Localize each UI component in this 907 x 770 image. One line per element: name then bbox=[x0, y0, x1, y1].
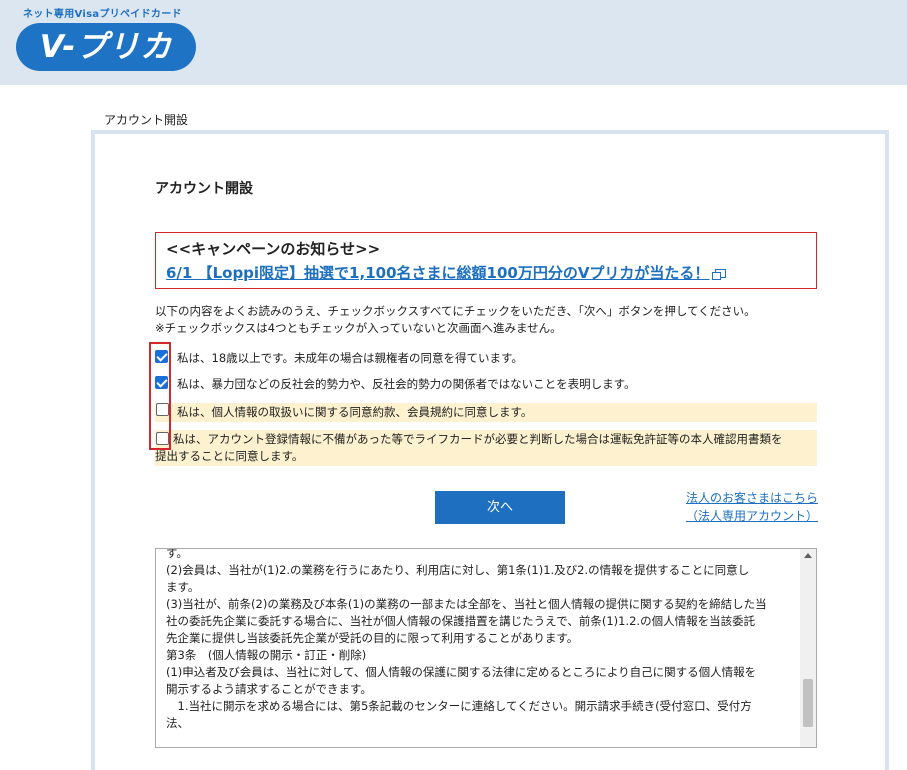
agreement-row-age: 私は、18歳以上です。未成年の場合は親権者の同意を得ています。 bbox=[155, 348, 817, 368]
checkbox-label-privacy: 私は、個人情報の取扱いに関する同意約款、会員規約に同意します。 bbox=[177, 405, 533, 419]
terms-line: す。 bbox=[166, 548, 188, 560]
header-tagline: ネット専用Visaプリペイドカード bbox=[23, 9, 182, 20]
terms-line: 第3条 (個人情報の開示・訂正・削除) bbox=[166, 648, 367, 662]
agreement-row-privacy: 私は、個人情報の取扱いに関する同意約款、会員規約に同意します。 bbox=[155, 403, 817, 422]
terms-line: 先企業に提供し当該委託先企業が受託の目的に限って利用することがあります。 bbox=[166, 631, 579, 645]
checkbox-label-antisocial: 私は、暴力団などの反社会的勢力や、反社会的勢力の関係者ではないことを表明します。 bbox=[177, 377, 636, 391]
instruction-line: 以下の内容をよくお読みのうえ、チェックボックスすべてにチェックをいただき、「次へ… bbox=[155, 304, 756, 318]
terms-line: 社の委託先企業に委託する場合に、当社が個人情報の保護措置を講じたうえで、前条(1… bbox=[166, 614, 756, 628]
instruction-note: ※チェックボックスは4つともチェックが入っていないと次画面へ進みません。 bbox=[155, 321, 562, 335]
site-header: ネット専用Visaプリペイドカード V-プリカ bbox=[0, 0, 907, 85]
campaign-link-text[interactable]: 6/1 【Loppi限定】抽選で1,100名さまに総額100万円分のVプリカが当… bbox=[166, 264, 709, 282]
terms-line: (2)会員は、当社が(1)2.の業務を行うにあたり、利用店に対し、第1条(1)1… bbox=[166, 563, 750, 577]
scrollbar-thumb[interactable] bbox=[803, 679, 813, 727]
terms-scrollbar[interactable] bbox=[800, 549, 816, 747]
terms-line: 1.当社に開示を求める場合には、第5条記載のセンターに連絡してください。開示請求… bbox=[166, 699, 752, 713]
checkbox-label-id-documents: 私は、アカウント登録情報に不備があった等でライフカードが必要と判断した場合は運転… bbox=[173, 432, 783, 446]
breadcrumb: アカウント開設 bbox=[104, 113, 189, 127]
checkbox-label-age: 私は、18歳以上です。未成年の場合は親権者の同意を得ています。 bbox=[177, 351, 523, 365]
campaign-link[interactable]: 6/1 【Loppi限定】抽選で1,100名さまに総額100万円分のVプリカが当… bbox=[166, 262, 727, 283]
terms-text: す。 (2)会員は、当社が(1)2.の業務を行うにあたり、利用店に対し、第1条(… bbox=[166, 548, 791, 732]
vpreca-logo[interactable]: V-プリカ bbox=[16, 23, 196, 71]
scroll-up-arrow-icon[interactable] bbox=[804, 553, 812, 558]
page-title: アカウント開設 bbox=[155, 181, 253, 197]
checkbox-label-id-documents-cont: 提出することに同意します。 bbox=[155, 449, 304, 463]
external-link-icon bbox=[712, 269, 727, 280]
instructions: 以下の内容をよくお読みのうえ、チェックボックスすべてにチェックをいただき、「次へ… bbox=[155, 303, 756, 337]
corporate-link-line1[interactable]: 法人のお客さまはこちら bbox=[668, 489, 818, 507]
next-button[interactable]: 次へ bbox=[435, 491, 565, 524]
campaign-title: <<キャンペーンのお知らせ>> bbox=[166, 240, 381, 258]
corporate-account-link[interactable]: 法人のお客さまはこちら （法人専用アカウント） bbox=[668, 489, 818, 525]
terms-line: 法、 bbox=[166, 716, 189, 730]
terms-line: (1)申込者及び会員は、当社に対して、個人情報の保護に関する法律に定めるところに… bbox=[166, 665, 757, 679]
terms-line: ます。 bbox=[166, 580, 200, 594]
terms-scroll-box[interactable]: す。 (2)会員は、当社が(1)2.の業務を行うにあたり、利用店に対し、第1条(… bbox=[155, 548, 817, 748]
checkbox-highlight-box bbox=[149, 342, 171, 450]
terms-line: 開示するよう請求することができます。 bbox=[166, 682, 372, 696]
agreement-row-antisocial: 私は、暴力団などの反社会的勢力や、反社会的勢力の関係者ではないことを表明します。 bbox=[155, 374, 817, 394]
campaign-notice: <<キャンペーンのお知らせ>> 6/1 【Loppi限定】抽選で1,100名さま… bbox=[155, 232, 817, 289]
terms-line: (3)当社が、前条(2)の業務及び本条(1)の業務の一部または全部を、当社と個人… bbox=[166, 597, 767, 611]
agreement-row-id-documents: 私は、アカウント登録情報に不備があった等でライフカードが必要と判断した場合は運転… bbox=[155, 430, 817, 466]
corporate-link-line2[interactable]: （法人専用アカウント） bbox=[668, 507, 818, 525]
